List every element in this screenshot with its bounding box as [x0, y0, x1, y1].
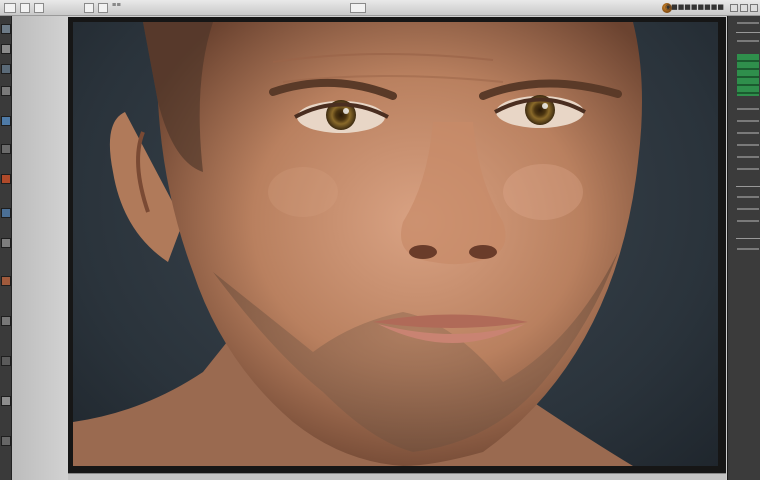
- maximize-button[interactable]: [740, 4, 748, 12]
- layer-row[interactable]: [737, 108, 759, 110]
- panel-divider: [736, 238, 760, 239]
- image-button[interactable]: [84, 3, 94, 13]
- portrait-image: [73, 22, 642, 466]
- layers-list[interactable]: [737, 54, 759, 96]
- layer-button[interactable]: [98, 3, 108, 13]
- image-canvas[interactable]: [73, 22, 718, 466]
- zoom-icon[interactable]: [1, 316, 11, 326]
- left-panel: [12, 16, 68, 480]
- layer-row[interactable]: [737, 156, 759, 158]
- tools-panel: [0, 16, 12, 480]
- layer-row[interactable]: [737, 168, 759, 170]
- eraser-icon[interactable]: [1, 144, 11, 154]
- photo-editor-window: ≡≡ ◉■■■■■■■■: [0, 0, 760, 480]
- gradient-icon[interactable]: [1, 174, 11, 184]
- foreground-color-icon[interactable]: [1, 356, 11, 366]
- screen-mode-icon[interactable]: [1, 436, 11, 446]
- panel-tab[interactable]: [737, 40, 759, 42]
- pen-icon[interactable]: [1, 208, 11, 218]
- edit-button[interactable]: [34, 3, 44, 13]
- right-panels: [727, 16, 760, 480]
- panel-tab[interactable]: [737, 196, 759, 198]
- quick-mask-icon[interactable]: [1, 396, 11, 406]
- title-bar: ≡≡ ◉■■■■■■■■: [0, 0, 760, 16]
- move-icon[interactable]: [1, 24, 11, 34]
- hand-icon[interactable]: [1, 276, 11, 286]
- status-bar: [68, 473, 726, 480]
- panel-divider: [736, 32, 760, 33]
- file-button[interactable]: [20, 3, 30, 13]
- marquee-icon[interactable]: [1, 44, 11, 54]
- panel-divider: [736, 186, 760, 187]
- crop-icon[interactable]: [1, 86, 11, 96]
- lasso-icon[interactable]: [1, 64, 11, 74]
- app-menu-button[interactable]: [4, 3, 16, 13]
- panel-tab[interactable]: [737, 220, 759, 222]
- layer-row[interactable]: [737, 132, 759, 134]
- options-button[interactable]: [350, 3, 366, 13]
- panel-tab[interactable]: [737, 22, 759, 24]
- layer-row[interactable]: [737, 120, 759, 122]
- panel-tab[interactable]: [737, 248, 759, 250]
- layer-row[interactable]: [737, 144, 759, 146]
- brush-icon[interactable]: [1, 116, 11, 126]
- minimize-button[interactable]: [730, 4, 738, 12]
- text-icon[interactable]: [1, 238, 11, 248]
- close-button[interactable]: [750, 4, 758, 12]
- panel-tab[interactable]: [737, 208, 759, 210]
- menu-hint: ≡≡: [112, 2, 122, 9]
- window-title: ◉■■■■■■■■: [664, 3, 724, 11]
